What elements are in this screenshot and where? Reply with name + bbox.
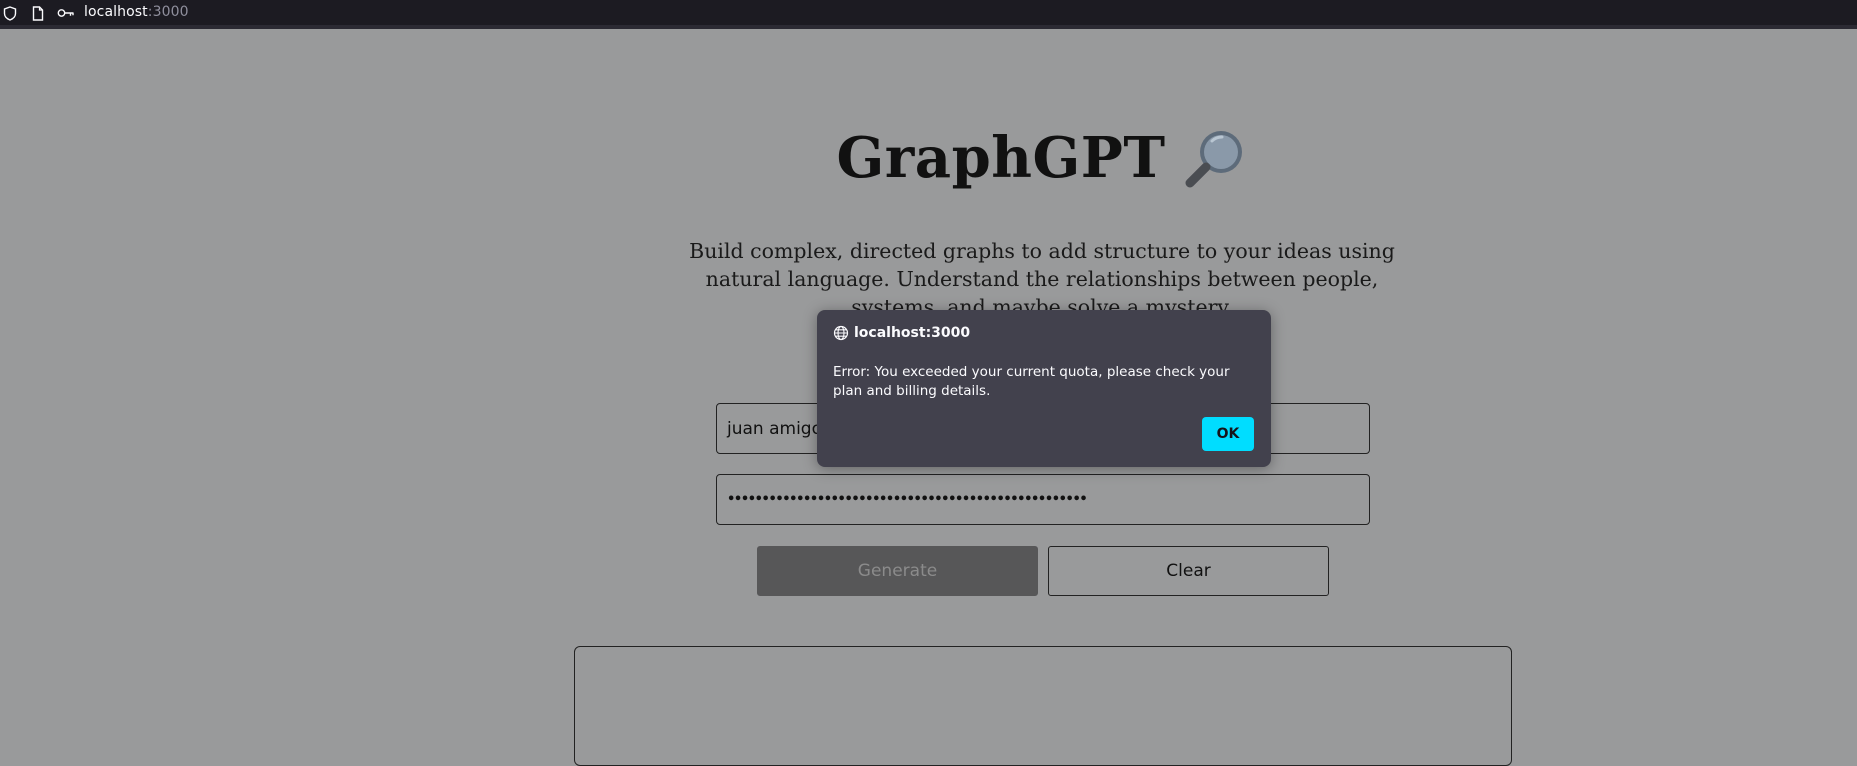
clear-button[interactable]: Clear: [1048, 546, 1329, 596]
tagline: Build complex, directed graphs to add st…: [689, 239, 1395, 319]
url-text[interactable]: localhost:3000: [84, 4, 189, 20]
shield-icon[interactable]: [2, 5, 18, 21]
alert-dialog: localhost:3000 Error: You exceeded your …: [817, 310, 1271, 467]
url-port: :3000: [147, 4, 189, 20]
api-key-input[interactable]: ••••••••••••••••••••••••••••••••••••••••…: [716, 474, 1370, 525]
magnifying-glass-icon: [1182, 125, 1248, 191]
ok-button[interactable]: OK: [1202, 417, 1254, 451]
dialog-header: localhost:3000: [833, 325, 970, 341]
page-title: GraphGPT: [0, 122, 1857, 194]
graph-output-area[interactable]: [574, 646, 1512, 766]
url-host: localhost: [84, 4, 148, 20]
browser-url-bar: localhost:3000: [0, 0, 1857, 29]
generate-button[interactable]: Generate: [757, 546, 1038, 596]
key-icon[interactable]: [57, 5, 75, 21]
dialog-origin: localhost:3000: [854, 325, 971, 341]
page-icon[interactable]: [30, 5, 46, 21]
dialog-message: Error: You exceeded your current quota, …: [833, 364, 1230, 399]
page-title-text: GraphGPT: [836, 125, 1166, 191]
globe-icon: [833, 325, 849, 341]
